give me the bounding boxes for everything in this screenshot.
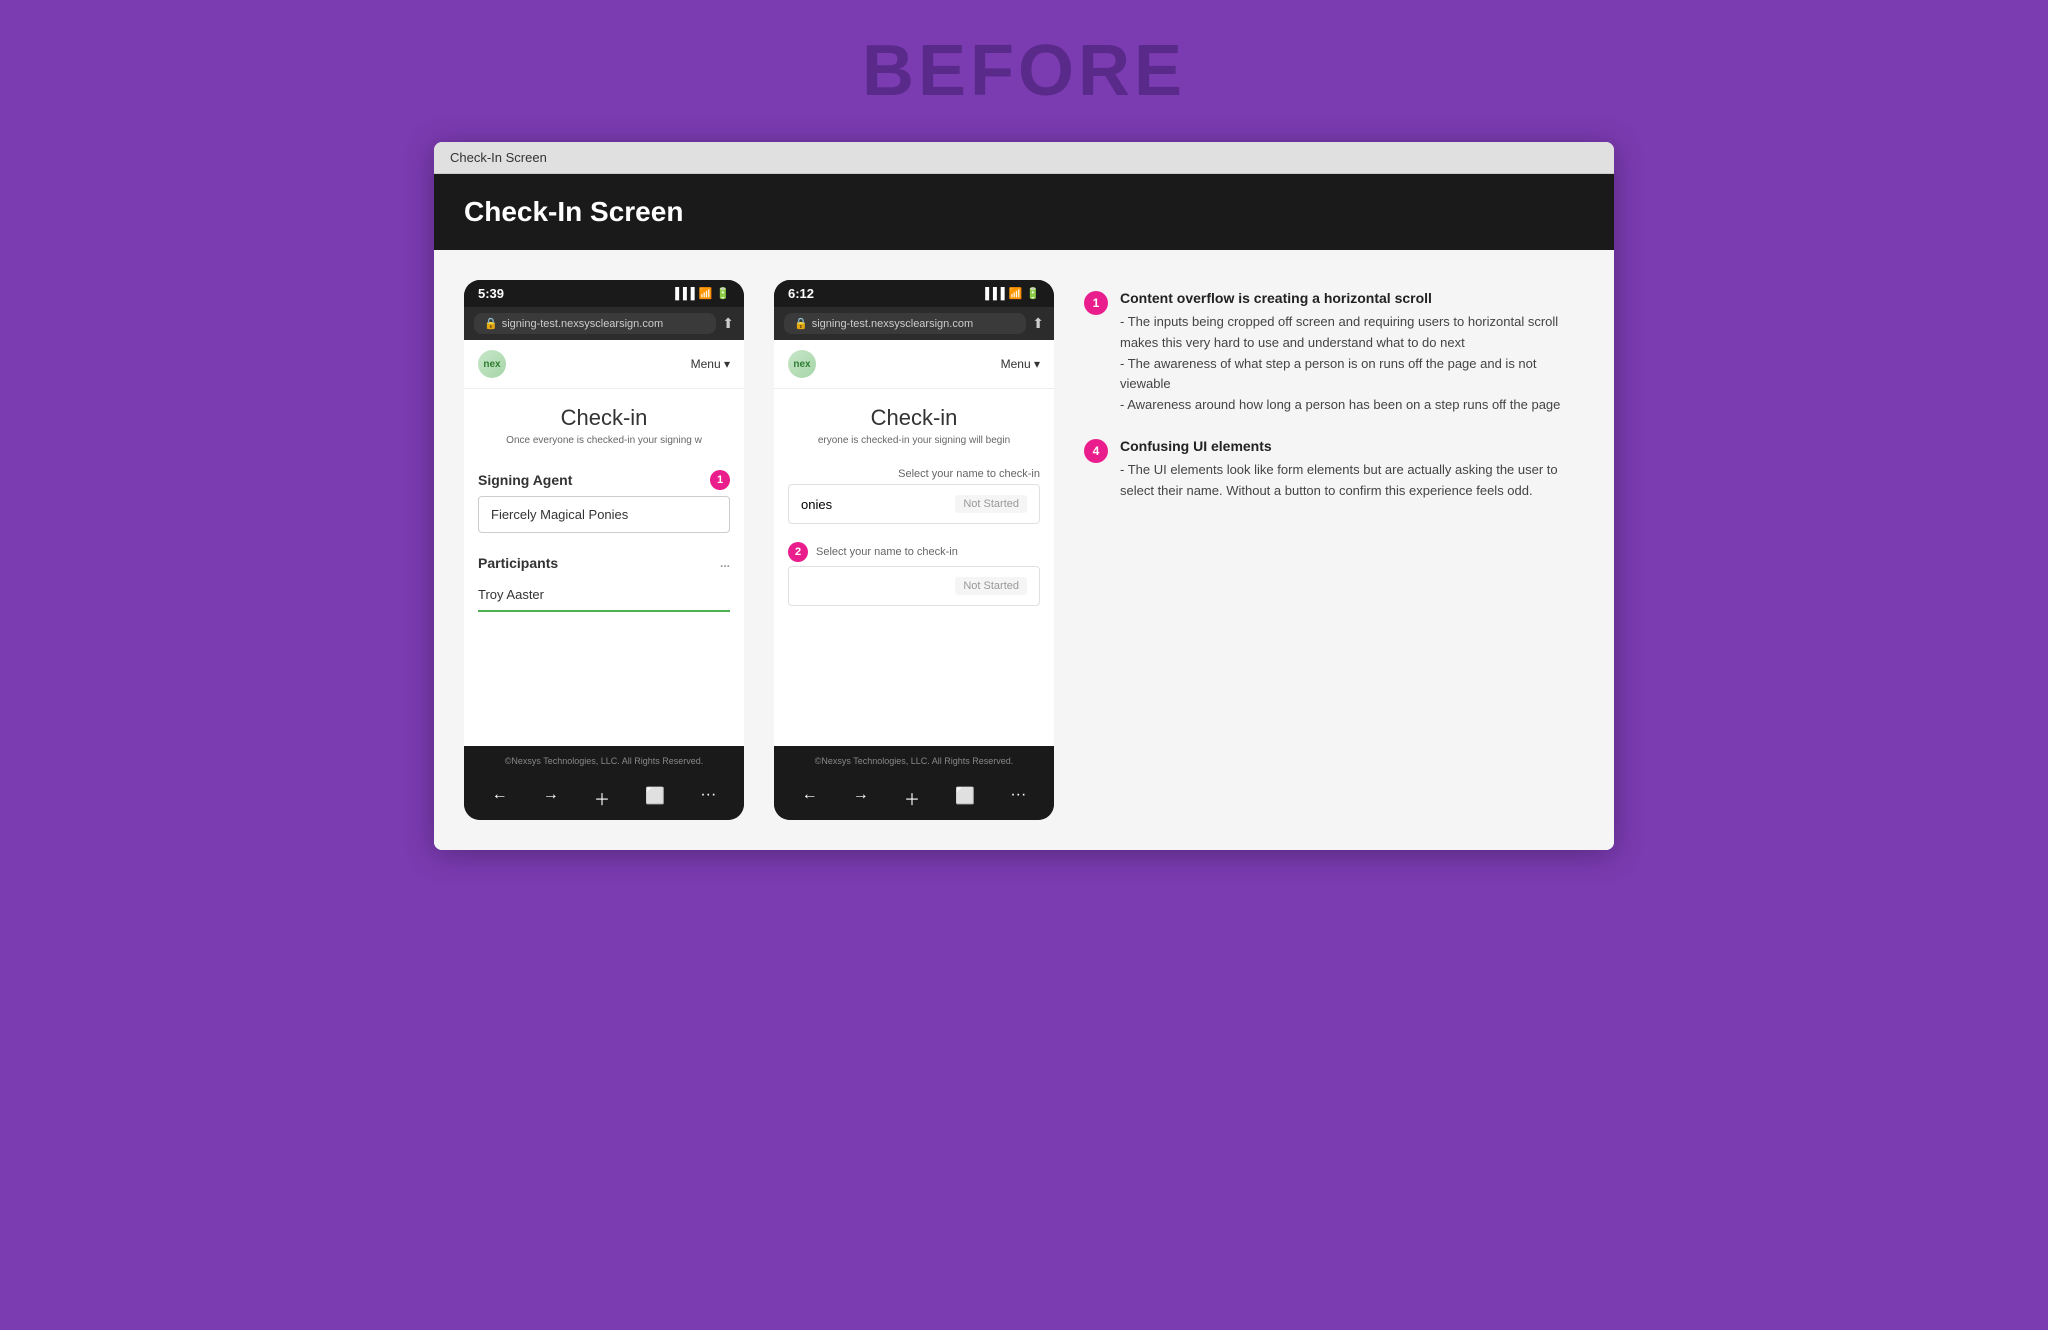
window-titlebar: Check-In Screen xyxy=(434,142,1614,174)
phone-left: 5:39 ▐▐▐ 📶 🔋 🔒 signing-test.nexsysclears… xyxy=(464,280,744,820)
phone-left-bottom-nav: ← → ＋ ⬜ ··· xyxy=(464,776,744,820)
checkin-sub-left: Once everyone is checked-in your signing… xyxy=(464,435,744,460)
participants-input-left[interactable]: Troy Aaster xyxy=(478,577,730,612)
phone-right-urlbar: 🔒 signing-test.nexsysclearsign.com ⬆ xyxy=(774,307,1054,340)
note-content-1: Content overflow is creating a horizonta… xyxy=(1120,290,1584,416)
add-tab-button-left[interactable]: ＋ xyxy=(594,786,610,810)
note-body-1: - The inputs being cropped off screen an… xyxy=(1120,312,1584,416)
phone-right-nav: nex Menu ▾ xyxy=(774,340,1054,389)
signing-agent-label-left: Signing Agent 1 xyxy=(464,460,744,496)
badge-2-right: 2 xyxy=(788,542,808,562)
menu-button-left[interactable]: Menu ▾ xyxy=(691,357,730,371)
forward-button-left[interactable]: → xyxy=(543,786,559,810)
window-title: Check-In Screen xyxy=(450,150,547,165)
agent-value-right: onies xyxy=(801,497,832,512)
badge-1-left: 1 xyxy=(710,470,730,490)
checkin-title-right: Check-in xyxy=(774,389,1054,435)
logo-icon-left: nex xyxy=(478,350,506,378)
note-title-4: Confusing UI elements xyxy=(1120,438,1584,454)
checkin-sub-right: eryone is checked-in your signing will b… xyxy=(774,435,1054,460)
menu-button-right[interactable]: Menu ▾ xyxy=(1001,357,1040,371)
note-body-4: - The UI elements look like form element… xyxy=(1120,460,1584,502)
select-label-1-right: Select your name to check-in xyxy=(774,460,1054,484)
phone-left-footer: ©Nexsys Technologies, LLC. All Rights Re… xyxy=(464,746,744,776)
phone-right-footer: ©Nexsys Technologies, LLC. All Rights Re… xyxy=(774,746,1054,776)
logo-icon-right: nex xyxy=(788,350,816,378)
forward-button-right[interactable]: → xyxy=(853,786,869,810)
agent-status-badge: Not Started xyxy=(955,495,1027,513)
battery-icon-right: 🔋 xyxy=(1026,287,1040,300)
participants-label-left: Participants ... xyxy=(464,545,744,577)
share-button-right[interactable]: ⬆ xyxy=(1032,315,1044,332)
url-pill-left[interactable]: 🔒 signing-test.nexsysclearsign.com xyxy=(474,313,716,334)
participant-status-badge: Not Started xyxy=(955,577,1027,595)
phone-right-body: nex Menu ▾ Check-in eryone is checked-in… xyxy=(774,340,1054,746)
phone-left-nav: nex Menu ▾ xyxy=(464,340,744,389)
lock-icon-left: 🔒 xyxy=(484,317,498,330)
window-header: Check-In Screen xyxy=(434,174,1614,250)
add-tab-button-right[interactable]: ＋ xyxy=(904,786,920,810)
window-content: 5:39 ▐▐▐ 📶 🔋 🔒 signing-test.nexsysclears… xyxy=(434,250,1614,850)
note-title-1: Content overflow is creating a horizonta… xyxy=(1120,290,1584,306)
phone-left-body: nex Menu ▾ Check-in Once everyone is che… xyxy=(464,340,744,746)
window-frame: Check-In Screen Check-In Screen 5:39 ▐▐▐… xyxy=(434,142,1614,850)
phone-right-bottom-nav: ← → ＋ ⬜ ··· xyxy=(774,776,1054,820)
url-pill-right[interactable]: 🔒 signing-test.nexsysclearsign.com xyxy=(784,313,1026,334)
phone-right-logo: nex xyxy=(788,350,816,378)
url-text-left: signing-test.nexsysclearsign.com xyxy=(502,318,663,330)
note-content-4: Confusing UI elements - The UI elements … xyxy=(1120,438,1584,502)
url-text-right: signing-test.nexsysclearsign.com xyxy=(812,318,973,330)
phone-left-logo: nex xyxy=(478,350,506,378)
participant-select-header: 2 Select your name to check-in xyxy=(774,534,1054,566)
phone-left-urlbar: 🔒 signing-test.nexsysclearsign.com ⬆ xyxy=(464,307,744,340)
agent-select-row-right[interactable]: onies Not Started xyxy=(788,484,1040,524)
notes-panel: 1 Content overflow is creating a horizon… xyxy=(1084,280,1584,820)
battery-icon: 🔋 xyxy=(716,287,730,300)
window-header-title: Check-In Screen xyxy=(464,196,683,227)
before-label: BEFORE xyxy=(862,30,1186,112)
phone-left-statusbar: 5:39 ▐▐▐ 📶 🔋 xyxy=(464,280,744,307)
participants-count-left: ... xyxy=(720,556,730,570)
lock-icon-right: 🔒 xyxy=(794,317,808,330)
more-button-right[interactable]: ··· xyxy=(1010,786,1026,810)
select-label-2-right: Select your name to check-in xyxy=(816,546,958,558)
note-item-1: 1 Content overflow is creating a horizon… xyxy=(1084,290,1584,416)
signing-agent-input-left[interactable]: Fiercely Magical Ponies xyxy=(478,496,730,533)
status-icons-left: ▐▐▐ 📶 🔋 xyxy=(671,287,730,300)
share-button-left[interactable]: ⬆ xyxy=(722,315,734,332)
phone-right: 6:12 ▐▐▐ 📶 🔋 🔒 signing-test.nexsysclears… xyxy=(774,280,1054,820)
wifi-icon: 📶 xyxy=(699,287,713,300)
back-button-right[interactable]: ← xyxy=(802,786,818,810)
status-icons-right: ▐▐▐ 📶 🔋 xyxy=(981,287,1040,300)
note-number-1: 1 xyxy=(1084,291,1108,315)
checkin-title-left: Check-in xyxy=(464,389,744,435)
tabs-button-right[interactable]: ⬜ xyxy=(955,786,975,810)
more-button-left[interactable]: ··· xyxy=(700,786,716,810)
phone-left-time: 5:39 xyxy=(478,286,504,301)
phone-right-statusbar: 6:12 ▐▐▐ 📶 🔋 xyxy=(774,280,1054,307)
note-number-4: 4 xyxy=(1084,439,1108,463)
signal-icon: ▐▐▐ xyxy=(671,288,694,300)
note-item-4: 4 Confusing UI elements - The UI element… xyxy=(1084,438,1584,502)
participant-select-row-right[interactable]: Not Started xyxy=(788,566,1040,606)
signal-icon-right: ▐▐▐ xyxy=(981,288,1004,300)
wifi-icon-right: 📶 xyxy=(1009,287,1023,300)
back-button-left[interactable]: ← xyxy=(492,786,508,810)
phone-right-time: 6:12 xyxy=(788,286,814,301)
tabs-button-left[interactable]: ⬜ xyxy=(645,786,665,810)
